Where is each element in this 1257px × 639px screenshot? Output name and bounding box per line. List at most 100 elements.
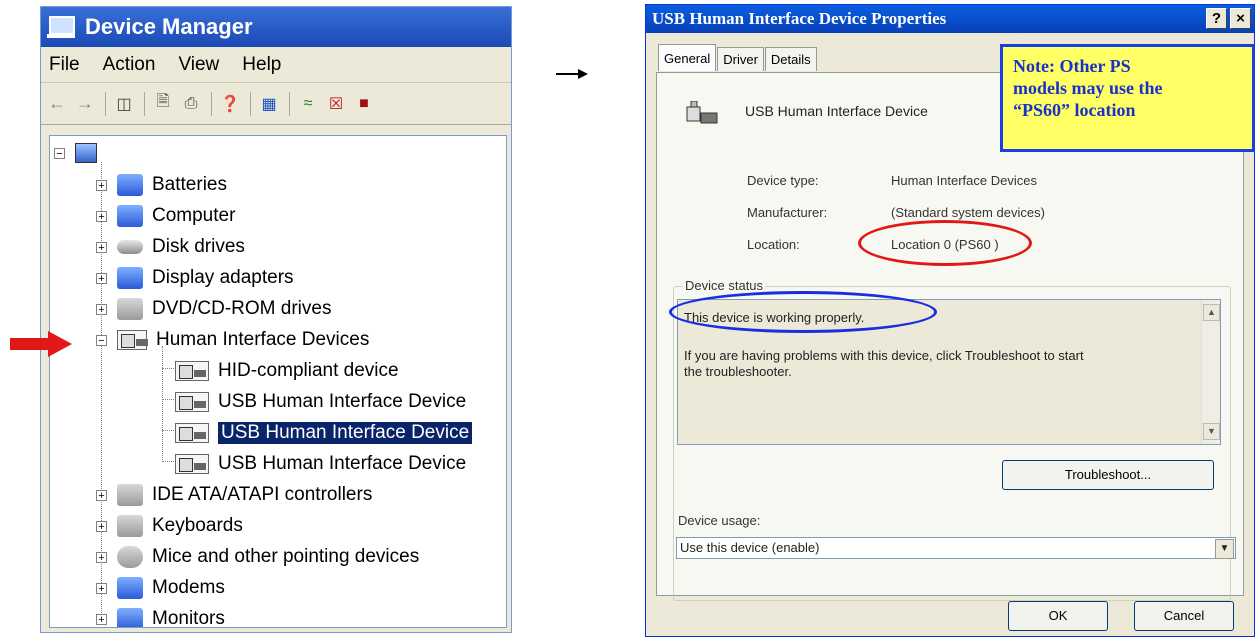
dialog-title: USB Human Interface Device Properties: [652, 9, 947, 28]
expand-toggle[interactable]: +: [96, 241, 107, 253]
device-usage-select[interactable]: Use this device (enable) ▼: [676, 537, 1236, 559]
scroll-down-icon[interactable]: ▼: [1203, 423, 1220, 440]
hid-device-icon: [686, 101, 718, 124]
tree-item-usb-hid-1[interactable]: USB Human Interface Device: [175, 389, 466, 415]
tree-item-hid-compliant-device[interactable]: HID-compliant device: [175, 358, 399, 384]
tab-general[interactable]: General: [658, 44, 717, 71]
note-line-3: “PS60” location: [1013, 100, 1136, 120]
update-driver-icon[interactable]: ≈: [298, 95, 318, 113]
tree-item-usb-hid-2-selected[interactable]: USB Human Interface Device: [175, 420, 473, 446]
toolbar: ← → ◫ 🗎 ⎙ ❓ ▦ ≈ ☒ ■: [41, 83, 511, 125]
location-label: Location:: [747, 237, 800, 252]
window-title: Device Manager: [85, 14, 253, 39]
cancel-button[interactable]: Cancel: [1134, 601, 1234, 631]
device-type-value: Human Interface Devices: [891, 173, 1037, 188]
back-icon[interactable]: ←: [47, 93, 67, 113]
device-manager-icon: [47, 14, 77, 40]
tree-item-display-adapters[interactable]: + Display adapters: [96, 265, 294, 291]
tree-item-ide-controllers[interactable]: + IDE ATA/ATAPI controllers: [96, 482, 372, 508]
toolbar-separator: [289, 91, 290, 116]
expand-toggle[interactable]: +: [96, 272, 107, 284]
tree-item-human-interface-devices[interactable]: − Human Interface Devices: [96, 327, 369, 353]
note-line-2: models may use the: [1013, 78, 1163, 98]
device-manager-window: Device Manager File Action View Help ← →…: [40, 6, 512, 633]
tree-item-usb-hid-3[interactable]: USB Human Interface Device: [175, 451, 466, 477]
display-adapter-icon: [117, 267, 143, 289]
print-icon[interactable]: ⎙: [181, 95, 201, 113]
tree-item-mice[interactable]: + Mice and other pointing devices: [96, 544, 419, 570]
expand-toggle[interactable]: +: [96, 520, 107, 532]
tree-item-label: IDE ATA/ATAPI controllers: [152, 484, 373, 505]
expand-toggle[interactable]: +: [96, 179, 107, 191]
toolbar-separator: [105, 91, 106, 116]
tree-item-disk-drives[interactable]: + Disk drives: [96, 234, 245, 260]
expand-toggle[interactable]: +: [96, 551, 107, 563]
help-button[interactable]: ?: [1206, 8, 1227, 29]
menu-help[interactable]: Help: [242, 54, 281, 76]
tree-item-label: USB Human Interface Device: [218, 422, 473, 444]
tab-details[interactable]: Details: [764, 47, 817, 71]
expand-toggle[interactable]: +: [96, 582, 107, 594]
hid-icon: [117, 330, 148, 350]
modem-icon: [117, 577, 143, 599]
menu-action[interactable]: Action: [103, 54, 156, 76]
expand-toggle[interactable]: +: [96, 613, 107, 625]
toolbar-separator: [144, 91, 145, 116]
tree-item-computer[interactable]: + Computer: [96, 203, 235, 229]
scroll-up-icon[interactable]: ▲: [1203, 304, 1220, 321]
show-hide-tree-icon[interactable]: ◫: [114, 95, 134, 113]
location-highlight-ellipse: [858, 220, 1032, 266]
tree-item-label: Human Interface Devices: [156, 329, 370, 350]
status-line-2: If you are having problems with this dev…: [684, 348, 1084, 363]
tree-line: [162, 399, 174, 400]
expand-toggle[interactable]: +: [96, 489, 107, 501]
chevron-down-icon[interactable]: ▼: [1215, 539, 1234, 559]
tree-line: [162, 368, 174, 369]
note-line-1: Note: Other PS: [1013, 56, 1131, 76]
tree-item-keyboards[interactable]: + Keyboards: [96, 513, 243, 539]
tab-strip: General Driver Details: [658, 44, 818, 71]
close-button[interactable]: ×: [1230, 8, 1251, 29]
disable-icon[interactable]: ■: [354, 95, 374, 113]
uninstall-icon[interactable]: ☒: [326, 95, 346, 113]
properties-icon[interactable]: 🗎: [153, 93, 173, 113]
tree-root[interactable]: −: [54, 140, 106, 166]
device-usage-label: Device usage:: [678, 513, 761, 528]
tree-item-label: USB Human Interface Device: [218, 391, 467, 412]
status-scrollbar[interactable]: ▲ ▼: [1201, 300, 1220, 444]
tree-item-modems[interactable]: + Modems: [96, 575, 225, 601]
collapse-toggle[interactable]: −: [96, 334, 107, 346]
tree-item-label: DVD/CD-ROM drives: [152, 298, 332, 319]
disk-drive-icon: [117, 240, 143, 254]
menu-file[interactable]: File: [49, 54, 80, 76]
red-arrow-icon: [10, 331, 72, 357]
expand-toggle[interactable]: +: [96, 303, 107, 315]
ok-button[interactable]: OK: [1008, 601, 1108, 631]
collapse-toggle[interactable]: −: [54, 147, 65, 159]
status-highlight-ellipse: [669, 291, 937, 333]
tree-item-monitors[interactable]: + Monitors: [96, 606, 225, 628]
forward-icon[interactable]: →: [75, 93, 95, 113]
tab-driver[interactable]: Driver: [717, 47, 764, 71]
tree-item-batteries[interactable]: + Batteries: [96, 172, 227, 198]
tree-line: [162, 430, 174, 431]
tree-item-label: Monitors: [152, 608, 225, 628]
device-tree: − + Batteries + Computer + Disk drives +: [49, 135, 507, 628]
hid-icon: [175, 454, 209, 474]
tree-item-label: Display adapters: [152, 267, 294, 288]
device-name: USB Human Interface Device: [745, 103, 928, 119]
tree-item-dvd-drives[interactable]: + DVD/CD-ROM drives: [96, 296, 331, 322]
tree-line: [162, 461, 174, 462]
manufacturer-value: (Standard system devices): [891, 205, 1045, 220]
device-type-label: Device type:: [747, 173, 819, 188]
troubleshoot-button[interactable]: Troubleshoot...: [1002, 460, 1214, 490]
computer-root-icon: [75, 143, 97, 163]
scan-hardware-icon[interactable]: ▦: [259, 95, 279, 113]
tree-item-label: Mice and other pointing devices: [152, 546, 420, 567]
menu-bar: File Action View Help: [41, 47, 511, 83]
menu-view[interactable]: View: [178, 54, 219, 76]
tree-item-label: Keyboards: [152, 515, 243, 536]
toolbar-separator: [250, 91, 251, 116]
help-icon[interactable]: ❓: [220, 95, 240, 113]
expand-toggle[interactable]: +: [96, 210, 107, 222]
